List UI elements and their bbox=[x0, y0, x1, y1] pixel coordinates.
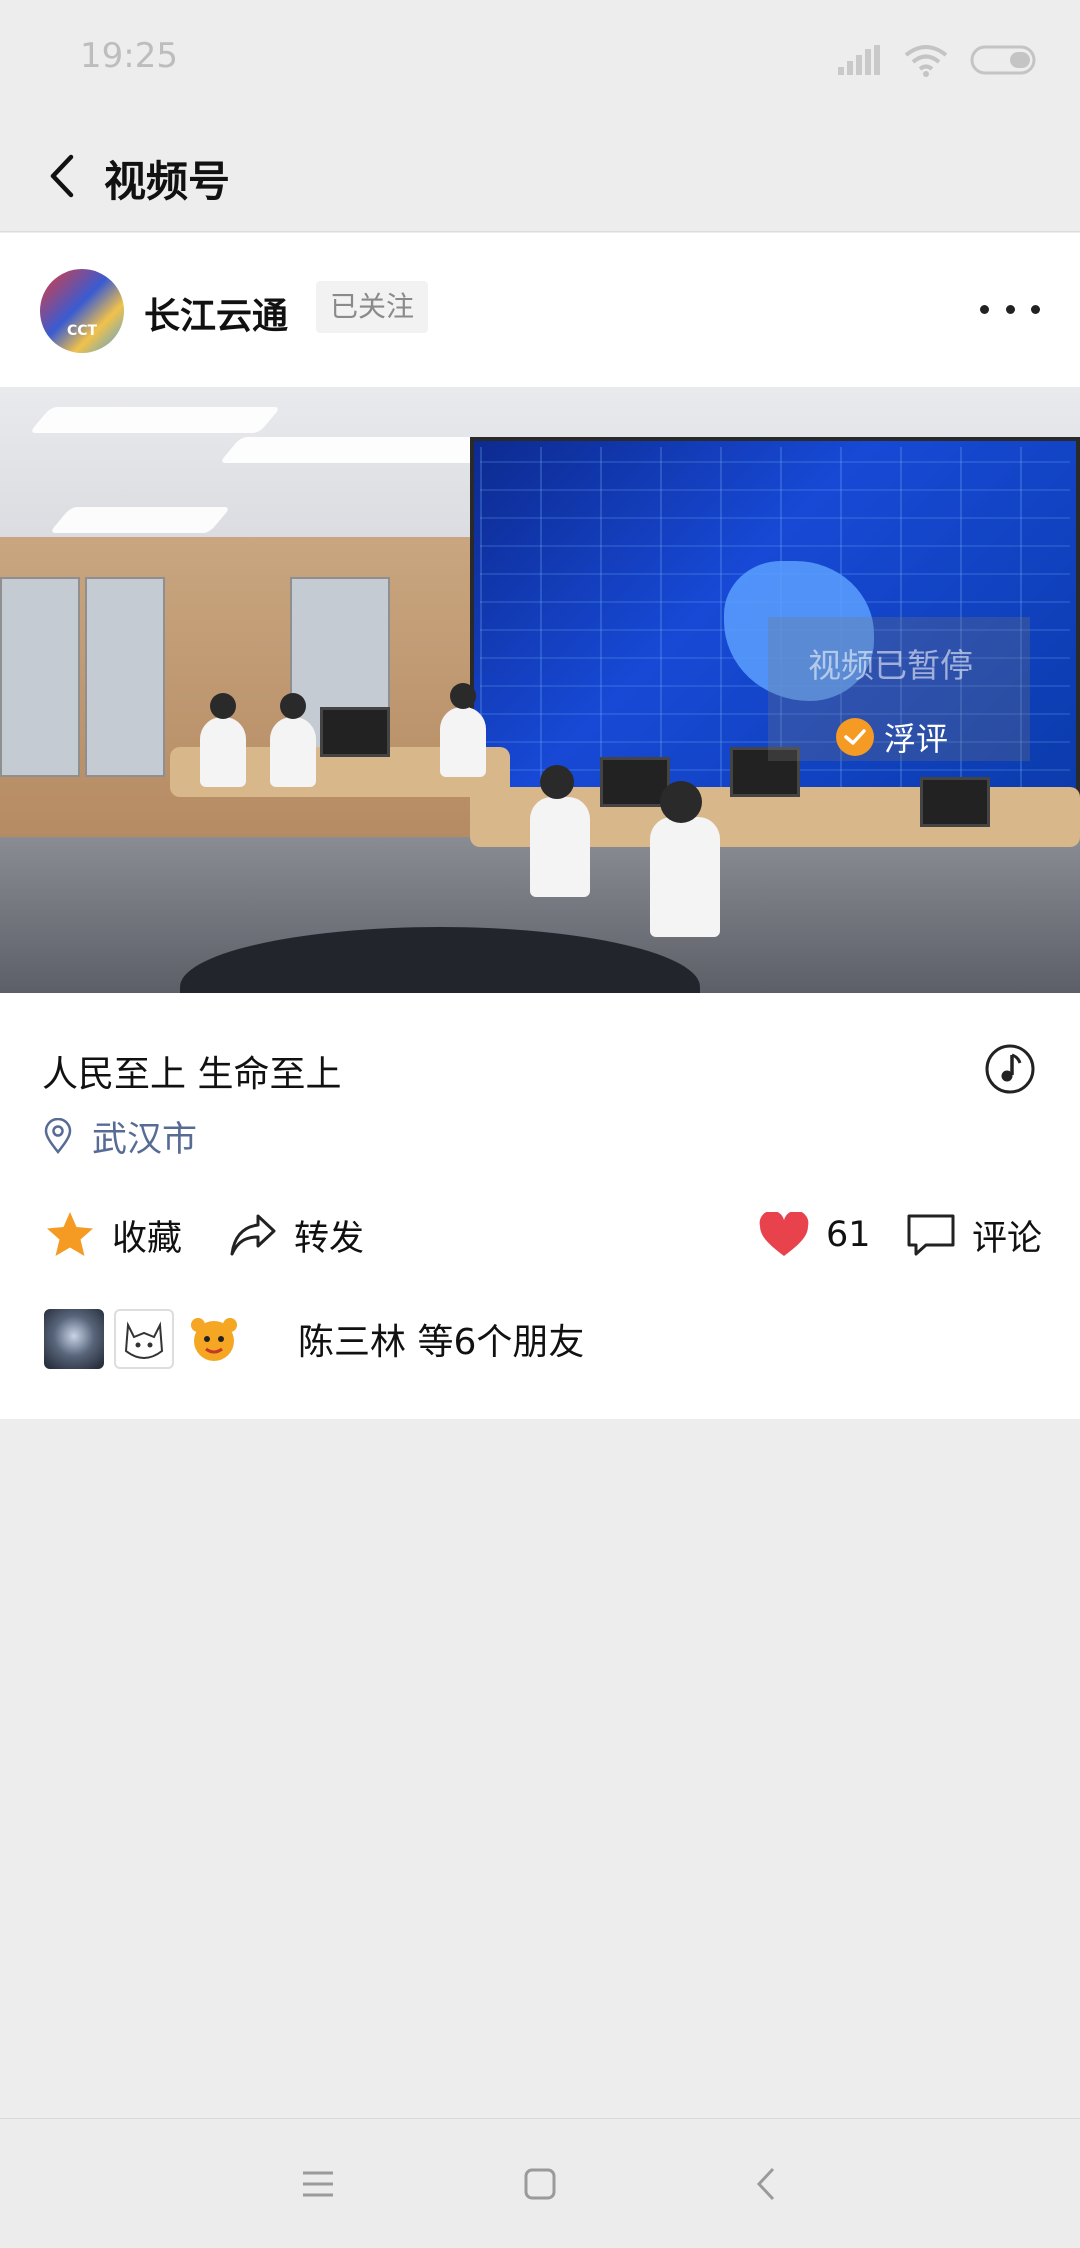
person-head bbox=[280, 693, 306, 719]
location-text: 武汉市 bbox=[92, 1119, 198, 1160]
more-dot-icon bbox=[1005, 304, 1015, 314]
ceiling-light bbox=[49, 507, 231, 533]
action-row: 收藏 转发 61 评论 bbox=[0, 1205, 1080, 1265]
person bbox=[200, 717, 246, 787]
video-paused-text: 视频已暂停 bbox=[808, 646, 973, 685]
comment-bubble-icon bbox=[907, 1214, 955, 1256]
share-label: 转发 bbox=[294, 1218, 365, 1259]
window-panel bbox=[0, 577, 80, 777]
menu-button[interactable] bbox=[288, 2159, 348, 2209]
window-panel bbox=[85, 577, 165, 777]
person-head bbox=[660, 781, 702, 823]
friend-avatar bbox=[184, 1309, 244, 1369]
heart-icon bbox=[759, 1212, 809, 1256]
chevron-left-icon bbox=[50, 154, 74, 198]
battery-icon bbox=[970, 45, 1036, 75]
friends-liked-text: 陈三林 等6个朋友 bbox=[298, 1322, 585, 1363]
author-row: CCT 长江云通 已关注 bbox=[0, 233, 1080, 387]
float-comment-toggle[interactable]: 浮评 bbox=[836, 715, 948, 759]
like-button[interactable]: 61 bbox=[758, 1205, 871, 1265]
location-link[interactable]: 武汉市 bbox=[44, 1113, 198, 1160]
menu-icon bbox=[303, 2171, 333, 2197]
like-count: 61 bbox=[826, 1215, 871, 1255]
more-dot-icon bbox=[1031, 304, 1040, 314]
author-name[interactable]: 长江云通 bbox=[144, 287, 288, 339]
page-title: 视频号 bbox=[104, 157, 231, 206]
favorite-label: 收藏 bbox=[112, 1218, 183, 1259]
monitor bbox=[320, 707, 390, 757]
comment-label: 评论 bbox=[972, 1218, 1043, 1259]
person-head bbox=[450, 683, 476, 709]
location-pin-icon bbox=[44, 1118, 72, 1154]
status-time: 19:25 bbox=[80, 36, 178, 76]
system-nav-bar bbox=[0, 2118, 1080, 2248]
more-dot-icon bbox=[980, 304, 989, 314]
check-icon bbox=[836, 718, 874, 756]
star-icon bbox=[47, 1212, 93, 1256]
home-square-icon bbox=[524, 2168, 556, 2200]
video-player[interactable]: 视频已暂停 浮评 bbox=[0, 387, 1080, 993]
friends-liked-row[interactable]: 陈三林 等6个朋友 bbox=[44, 1309, 584, 1369]
friend-avatar bbox=[44, 1309, 104, 1369]
back-button[interactable] bbox=[30, 144, 94, 208]
person bbox=[270, 717, 316, 787]
signal-icon bbox=[838, 45, 880, 75]
comment-button[interactable]: 评论 bbox=[906, 1205, 1042, 1265]
float-comment-label: 浮评 bbox=[884, 720, 949, 758]
monitor bbox=[920, 777, 990, 827]
person bbox=[650, 817, 720, 937]
wifi-icon bbox=[904, 45, 948, 77]
share-button[interactable]: 转发 bbox=[228, 1205, 364, 1265]
avatar-logo-text: CCT bbox=[66, 323, 98, 339]
home-button[interactable] bbox=[510, 2159, 570, 2209]
share-arrow-icon bbox=[230, 1214, 276, 1256]
person-head bbox=[210, 693, 236, 719]
person bbox=[530, 797, 590, 897]
music-button[interactable] bbox=[984, 1043, 1036, 1095]
favorite-button[interactable]: 收藏 bbox=[44, 1205, 182, 1265]
back-arrow-icon bbox=[756, 2167, 775, 2201]
post-caption: 人民至上 生命至上 bbox=[42, 1054, 342, 1095]
friend-avatar bbox=[114, 1309, 174, 1369]
person-head bbox=[540, 765, 574, 799]
nav-bar: 视频号 bbox=[0, 120, 1080, 232]
video-post-card: CCT 长江云通 已关注 视频已暂停 浮评 人民至上 生命至上 武汉市 收藏 转… bbox=[0, 233, 1080, 1419]
system-back-button[interactable] bbox=[736, 2159, 796, 2209]
status-bar: 19:25 bbox=[0, 0, 1080, 120]
avatar[interactable]: CCT bbox=[40, 269, 124, 353]
more-options-button[interactable] bbox=[980, 289, 1040, 329]
status-icons bbox=[838, 40, 1040, 80]
music-note-icon bbox=[985, 1044, 1035, 1094]
person bbox=[440, 707, 486, 777]
follow-status-badge[interactable]: 已关注 bbox=[316, 281, 429, 333]
ceiling-light bbox=[29, 407, 281, 433]
